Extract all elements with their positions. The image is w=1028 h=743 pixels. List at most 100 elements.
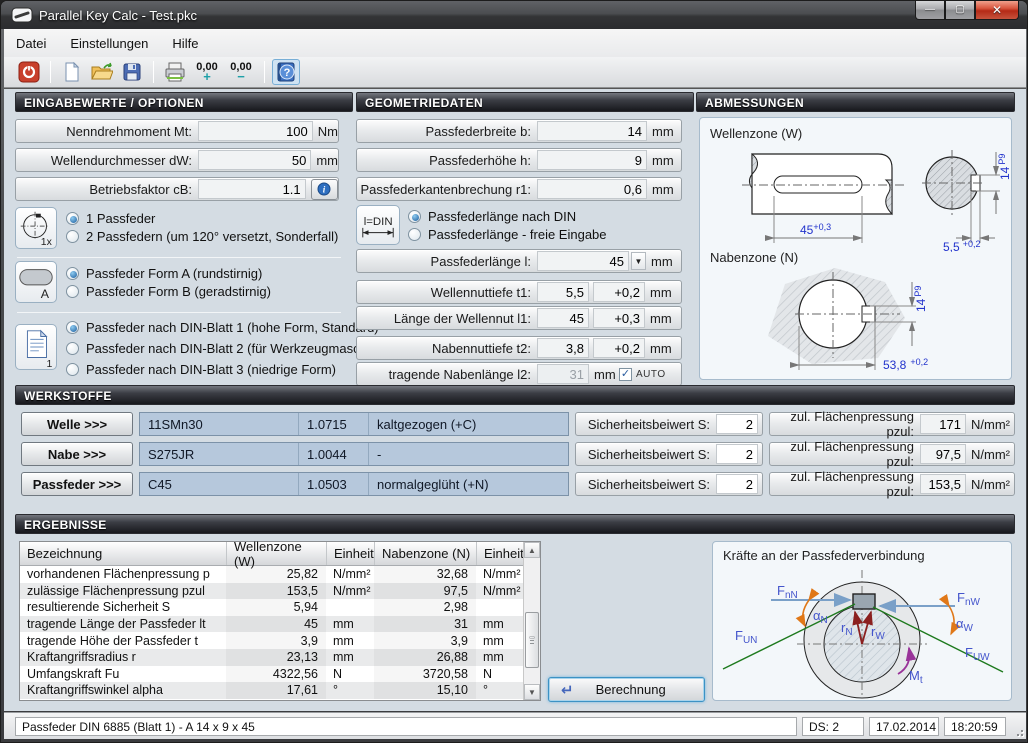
- save-file-button[interactable]: [118, 59, 146, 85]
- passfeder-pzul-value: 153,5: [920, 474, 966, 494]
- field-label: Passfederlänge l:: [357, 254, 537, 269]
- nabe-sicherheit-row: Sicherheitsbeiwert S: 2: [575, 442, 763, 466]
- nabe-pzul-value: 97,5: [920, 444, 966, 464]
- help-button[interactable]: ?: [272, 59, 300, 85]
- new-file-button[interactable]: [58, 59, 86, 85]
- scroll-down-icon[interactable]: ▼: [524, 684, 540, 700]
- welle-material-box[interactable]: 11SMn30 1.0715 kaltgezogen (+C): [139, 412, 569, 436]
- menu-datei[interactable]: Datei: [4, 32, 58, 55]
- col-nabenzone[interactable]: Nabenzone (N): [374, 542, 476, 565]
- table-row: tragende Höhe der Passfeder t 3,9 mm 3,9…: [20, 632, 540, 649]
- option-din-blatt-1[interactable]: Passfeder nach DIN-Blatt 1 (hohe Form, S…: [66, 320, 396, 335]
- forces-title: Kräfte an der Passfederverbindung: [723, 548, 925, 563]
- scroll-thumb[interactable]: [525, 612, 539, 668]
- svg-text:1x: 1x: [41, 237, 53, 248]
- n-value: 2,98: [374, 599, 476, 616]
- radio-icon[interactable]: [66, 321, 79, 334]
- n-value: 32,68: [374, 566, 476, 583]
- radio-icon[interactable]: [408, 210, 421, 223]
- radio-icon[interactable]: [66, 342, 79, 355]
- field-label: Passfederkantenbrechung r1:: [357, 182, 537, 197]
- minimize-button[interactable]: —: [915, 1, 945, 20]
- table-scrollbar[interactable]: ▲ ▼: [523, 542, 540, 700]
- passfeder-button[interactable]: Passfeder >>>: [21, 472, 133, 496]
- close-button[interactable]: ✕: [975, 1, 1019, 20]
- radio-icon[interactable]: [408, 228, 421, 241]
- wellendurchmesser-input[interactable]: 50: [198, 150, 311, 170]
- save-icon: [122, 62, 142, 82]
- passfeder-sicherheit-input[interactable]: 2: [716, 474, 758, 494]
- option-form-b[interactable]: Passfeder Form B (geradstirnig): [66, 284, 271, 299]
- col-wellenzone[interactable]: Wellenzone (W): [226, 542, 326, 565]
- welle-sicherheit-input[interactable]: 2: [716, 414, 758, 434]
- col-einheit-n[interactable]: Einheit: [476, 542, 522, 565]
- radio-icon[interactable]: [66, 230, 79, 243]
- auto-checkbox[interactable]: ✓: [619, 368, 632, 381]
- nabe-material-box[interactable]: S275JR 1.0044 -: [139, 442, 569, 466]
- option-laenge-frei[interactable]: Passfederlänge - freie Eingabe: [408, 227, 607, 242]
- scroll-up-icon[interactable]: ▲: [524, 542, 540, 558]
- title-bar[interactable]: Parallel Key Calc - Test.pkc — ▢ ✕: [1, 1, 1027, 29]
- passfeder-material-box[interactable]: C45 1.0503 normalgeglüht (+N): [139, 472, 569, 496]
- decimal-decrease-button[interactable]: 0,00 −: [225, 59, 257, 85]
- decimal-increase-button[interactable]: 0,00 +: [191, 59, 223, 85]
- menu-hilfe[interactable]: Hilfe: [160, 32, 210, 55]
- w-value: 45: [226, 616, 326, 633]
- option-2-passfedern[interactable]: 2 Passfedern (um 120° versetzt, Sonderfa…: [66, 229, 338, 244]
- maximize-button[interactable]: ▢: [945, 1, 975, 20]
- nabe-button[interactable]: Nabe >>>: [21, 442, 133, 466]
- option-laenge-din[interactable]: Passfederlänge nach DIN: [408, 209, 607, 224]
- passfederbreite-input[interactable]: 14: [537, 121, 647, 141]
- radio-icon[interactable]: [66, 363, 79, 376]
- passfeder-sicherheit-row: Sicherheitsbeiwert S: 2: [575, 472, 763, 496]
- col-einheit-w[interactable]: Einheit: [326, 542, 374, 565]
- forces-diagram: FnN FnW FUN FUW αN αW rN rW Mt: [713, 562, 1011, 700]
- welle-button[interactable]: Welle >>>: [21, 412, 133, 436]
- table-row: resultierende Sicherheit S 5,94 2,98: [20, 599, 540, 616]
- berechnung-button[interactable]: ↵ Berechnung: [548, 677, 705, 702]
- material-number: 1.0503: [298, 473, 368, 495]
- row-name: Umfangskraft Fu: [20, 666, 226, 683]
- nabenlaenge-input[interactable]: 31: [537, 364, 589, 384]
- unit-label: N/mm²: [966, 477, 1014, 492]
- kantenbrechung-input[interactable]: 0,6: [537, 179, 647, 199]
- unit-label: mm: [647, 153, 674, 168]
- info-button[interactable]: i: [311, 179, 338, 200]
- option-label: Passfeder nach DIN-Blatt 2 (für Werkzeug…: [86, 341, 396, 356]
- radio-icon[interactable]: [66, 212, 79, 225]
- option-label: Passfederlänge nach DIN: [428, 209, 576, 224]
- print-button[interactable]: [161, 59, 189, 85]
- option-din-blatt-2[interactable]: Passfeder nach DIN-Blatt 2 (für Werkzeug…: [66, 341, 396, 356]
- betriebsfaktor-input[interactable]: 1.1: [198, 179, 306, 199]
- exit-button[interactable]: [15, 59, 43, 85]
- results-table-header: Bezeichnung Wellenzone (W) Einheit Naben…: [20, 542, 540, 566]
- option-form-a[interactable]: Passfeder Form A (rundstirnig): [66, 266, 271, 281]
- nabe-sicherheit-input[interactable]: 2: [716, 444, 758, 464]
- section-header-ergebnisse: ERGEBNISSE: [15, 514, 1015, 534]
- dropdown-arrow-icon[interactable]: ▼: [631, 252, 646, 270]
- passfederlaenge-input[interactable]: 45: [537, 251, 629, 271]
- resize-grip[interactable]: [1013, 726, 1023, 736]
- unit-label: mm: [647, 182, 674, 197]
- w-value: 5,94: [226, 599, 326, 616]
- option-din-blatt-3[interactable]: Passfeder nach DIN-Blatt 3 (niedrige For…: [66, 362, 396, 377]
- n-value: 3720,58: [374, 666, 476, 683]
- svg-text:FnW: FnW: [957, 590, 981, 608]
- laenge-din-icon: l=DIN: [356, 205, 400, 245]
- forces-diagram-box: Kräfte an der Passfederverbindung: [712, 541, 1012, 701]
- nenndrehmoment-input[interactable]: 100: [198, 121, 313, 141]
- col-bezeichnung[interactable]: Bezeichnung: [20, 542, 226, 565]
- unit-label: mm: [645, 311, 672, 326]
- field-label: zul. Flächenpressung pzul:: [770, 469, 920, 499]
- power-icon: [18, 61, 40, 83]
- radio-icon[interactable]: [66, 267, 79, 280]
- menu-einstellungen[interactable]: Einstellungen: [58, 32, 160, 55]
- option-1-passfeder[interactable]: 1 Passfeder: [66, 211, 338, 226]
- status-time: 18:20:59: [944, 717, 1006, 736]
- passfederhoehe-input[interactable]: 9: [537, 150, 647, 170]
- open-file-button[interactable]: [88, 59, 116, 85]
- table-row: vorhandenen Flächenpressung p 25,82 N/mm…: [20, 566, 540, 583]
- info-icon: i: [317, 182, 331, 196]
- radio-icon[interactable]: [66, 285, 79, 298]
- app-icon: [11, 7, 33, 23]
